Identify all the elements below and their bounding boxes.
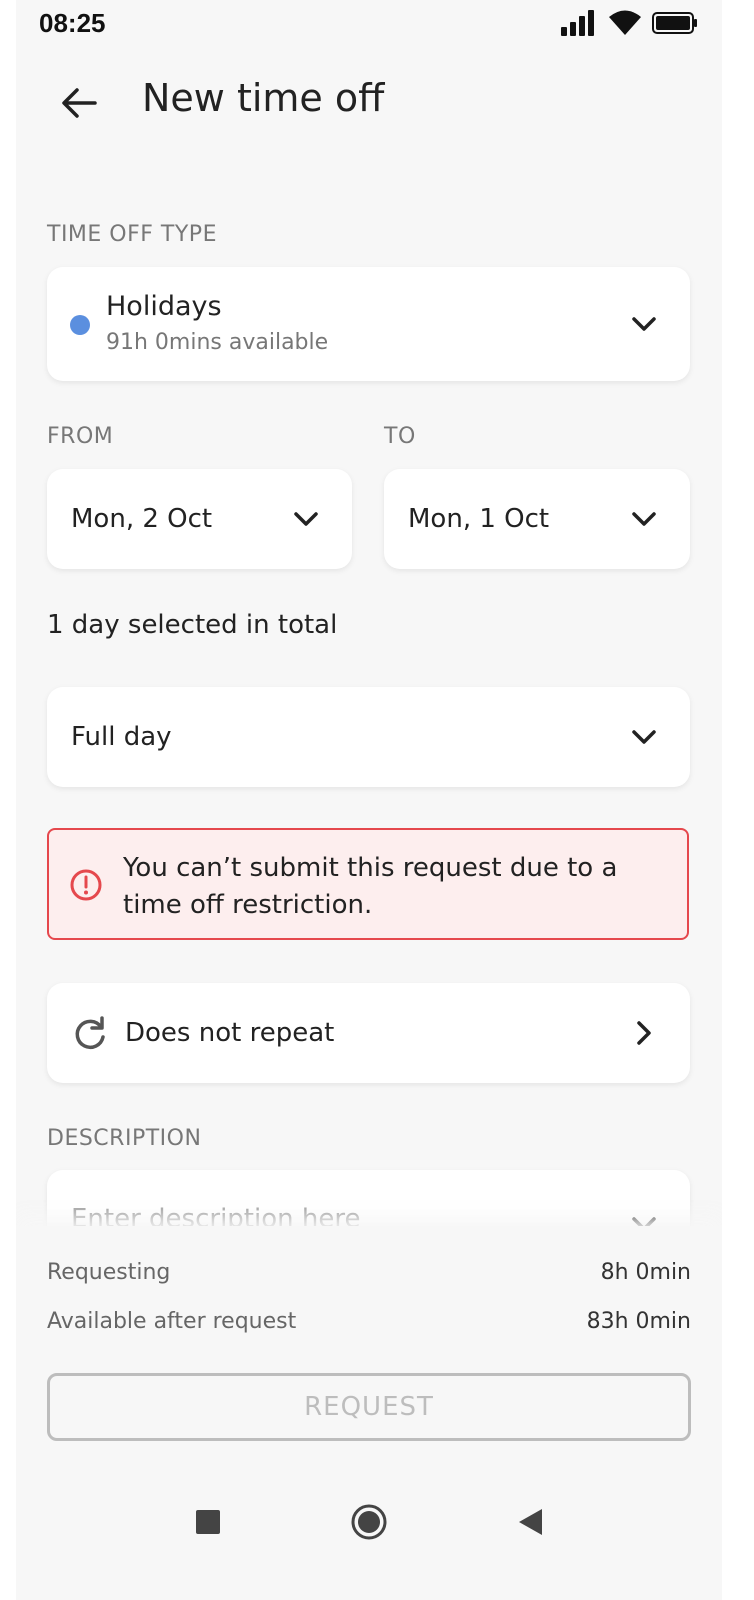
from-date-select[interactable]: Mon, 2 Oct xyxy=(47,469,352,569)
to-label: TO xyxy=(384,424,416,449)
time-off-type-select[interactable]: Holidays 91h 0mins available xyxy=(47,267,690,381)
alert-circle-icon xyxy=(70,869,102,901)
duration-select[interactable]: Full day xyxy=(47,687,690,787)
to-date-select[interactable]: Mon, 1 Oct xyxy=(384,469,690,569)
available-after-value: 83h 0min xyxy=(586,1309,691,1334)
repeat-icon xyxy=(75,1016,105,1050)
restriction-alert: You can’t submit this request due to a t… xyxy=(47,828,689,940)
home-circle-icon xyxy=(351,1504,387,1540)
to-date-value: Mon, 1 Oct xyxy=(408,504,550,534)
status-bar: 08:25 xyxy=(16,0,722,48)
chevron-down-icon xyxy=(632,512,656,526)
battery-icon xyxy=(652,12,697,34)
recents-button[interactable] xyxy=(188,1502,228,1542)
type-color-dot xyxy=(70,315,90,335)
status-time: 08:25 xyxy=(39,8,106,38)
status-icons xyxy=(560,10,698,36)
android-nav-bar xyxy=(16,1490,722,1550)
from-date-value: Mon, 2 Oct xyxy=(71,504,213,534)
duration-value: Full day xyxy=(71,722,172,752)
request-footer: Requesting 8h 0min Available after reque… xyxy=(16,1226,722,1600)
chevron-down-icon xyxy=(294,512,318,526)
time-off-type-label: TIME OFF TYPE xyxy=(47,222,217,247)
alert-message: You can’t submit this request due to a t… xyxy=(123,853,618,920)
requesting-value: 8h 0min xyxy=(600,1260,691,1285)
triangle-back-icon xyxy=(519,1509,542,1535)
time-off-type-name: Holidays xyxy=(106,291,222,322)
request-button[interactable]: REQUEST xyxy=(47,1373,691,1441)
from-label: FROM xyxy=(47,424,114,449)
chevron-right-icon xyxy=(637,1021,651,1045)
wifi-icon xyxy=(609,10,641,35)
chevron-down-icon xyxy=(632,317,656,331)
square-icon xyxy=(196,1510,220,1534)
requesting-label: Requesting xyxy=(47,1260,171,1285)
chevron-down-icon xyxy=(632,730,656,744)
page-title: New time off xyxy=(142,76,385,120)
time-off-type-available: 91h 0mins available xyxy=(106,330,329,355)
repeat-label: Does not repeat xyxy=(125,1018,335,1048)
repeat-option[interactable]: Does not repeat xyxy=(47,983,690,1083)
back-button[interactable] xyxy=(54,78,104,128)
phone-screen: 08:25 New time off TIME OFF TYPE Holiday… xyxy=(16,0,722,1600)
total-days-text: 1 day selected in total xyxy=(47,610,338,640)
signal-icon xyxy=(561,10,594,36)
arrow-left-icon xyxy=(62,88,97,118)
description-label: DESCRIPTION xyxy=(47,1126,202,1151)
available-after-label: Available after request xyxy=(47,1309,297,1334)
back-nav-button[interactable] xyxy=(510,1502,550,1542)
home-button[interactable] xyxy=(349,1502,389,1542)
